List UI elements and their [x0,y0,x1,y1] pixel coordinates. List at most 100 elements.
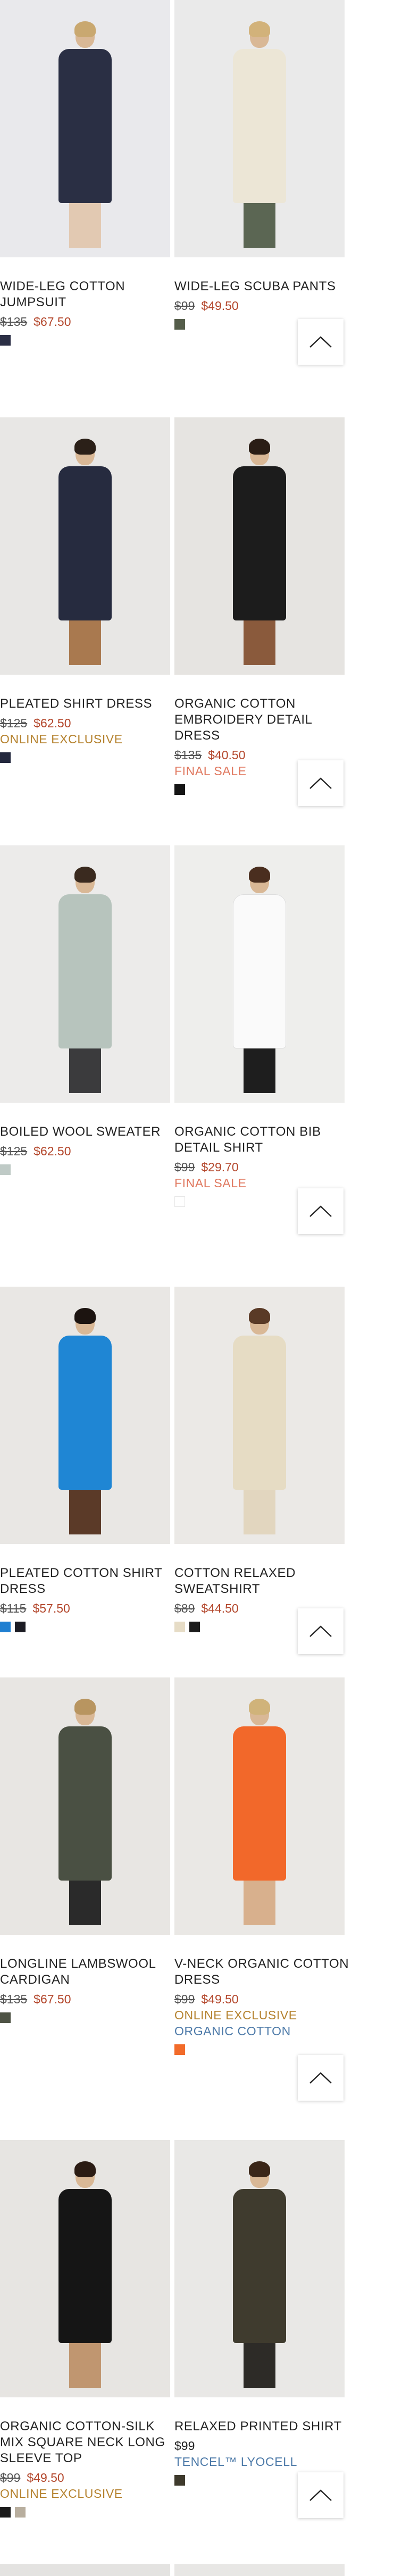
product-image[interactable] [0,845,170,1103]
product-card[interactable]: ORGANIC COTTON EMBROIDERY DETAIL DRESS $1… [174,417,345,795]
back-to-top-button[interactable] [298,1188,344,1234]
color-swatch[interactable] [174,2044,185,2055]
chevron-up-icon [309,1625,332,1637]
product-card[interactable]: ORGANIC COTTON BIB DETAIL SHIRT $99 $29.70… [174,845,345,1207]
product-name[interactable]: COTTON RELAXED SWEATSHIRT [174,1565,350,1597]
product-card[interactable]: PLEATED COTTON SHIRT DRESS $115 $57.50 [0,1287,170,1632]
model-garment [233,1726,286,1881]
color-swatches [0,335,170,346]
model-legs [69,1487,101,1534]
product-card[interactable]: PLEATED SHIRT DRESS $125 $62.50 ONLINE EXCL… [0,417,170,763]
model-legs [69,2340,101,2388]
model-garment [58,1336,112,1490]
product-tag-exclusive: ONLINE EXCLUSIVE [0,732,123,746]
product-card[interactable]: WIDE-LEG COTTON JUMPSUIT $135 $67.50 [0,0,170,346]
product-name[interactable]: PLEATED SHIRT DRESS [0,696,175,712]
product-card[interactable]: COTTON RELAXED SWEATSHIRT $89 $44.50 [174,1287,345,1632]
product-name[interactable]: ORGANIC COTTON-SILK MIX SQUARE NECK LONG… [0,2419,175,2466]
product-image[interactable] [0,2140,170,2397]
color-swatches [0,2012,170,2023]
model-hair [74,1699,96,1715]
color-swatch[interactable] [174,319,185,330]
back-to-top-button[interactable] [298,2472,344,2518]
product-image[interactable] [0,0,170,257]
product-prices: $99 $49.50 [0,2470,170,2486]
product-tag-material: TENCEL™ LYOCELL [174,2455,297,2469]
model-hair [74,2161,96,2177]
product-image[interactable] [0,417,170,675]
model-legs [69,1045,101,1093]
sale-price: $49.50 [201,1992,239,2006]
product-card[interactable]: LONGLINE LAMBSWOOL CARDIGAN $135 $67.50 [0,1677,170,2023]
product-name[interactable]: V-NECK ORGANIC COTTON DRESS [174,1956,350,1988]
product-name[interactable]: ORGANIC COTTON BIB DETAIL SHIRT [174,1124,350,1156]
color-swatch[interactable] [174,2475,185,2486]
product-card[interactable]: BOILED WOOL SWEATER $125 $62.50 [0,845,170,1175]
product-name[interactable]: LONGLINE LAMBSWOOL CARDIGAN [0,1956,175,1988]
color-swatch[interactable] [15,1622,26,1632]
model-hair [74,439,96,455]
product-image[interactable] [174,1677,345,1935]
product-card[interactable]: WIDE-LEG SCUBA PANTS $99 $49.50 [174,0,345,330]
original-price: $125 [0,1144,28,1158]
original-price: $99 [0,2471,21,2485]
chevron-up-icon [309,2072,332,2084]
product-image[interactable] [174,417,345,675]
chevron-up-icon [309,2489,332,2501]
model-hair [249,867,270,883]
sale-price: $29.70 [201,1160,239,1174]
color-swatch[interactable] [0,2012,11,2023]
back-to-top-button[interactable] [298,760,344,806]
color-swatch[interactable] [174,1196,185,1207]
product-image[interactable] [174,845,345,1103]
product-image[interactable] [0,1677,170,1935]
product-image[interactable] [174,1287,345,1544]
model-figure [230,1699,289,1925]
product-card[interactable]: V-NECK ORGANIC COTTON DRESS $99 $49.50 ONLI… [174,1677,349,2055]
model-garment [58,1726,112,1881]
sale-price: $40.50 [208,748,246,762]
chevron-up-icon [309,777,332,789]
model-garment [233,466,286,620]
color-swatch[interactable] [174,784,185,795]
product-image[interactable] [0,1287,170,1544]
product-image[interactable] [174,2140,345,2397]
color-swatch[interactable] [15,2507,26,2518]
product-name[interactable]: PLEATED COTTON SHIRT DRESS [0,1565,175,1597]
color-swatch[interactable] [189,1622,200,1632]
model-legs [244,2340,275,2388]
original-price: $89 [174,1601,195,1615]
color-swatch[interactable] [174,1622,185,1632]
color-swatch[interactable] [0,2507,11,2518]
product-card[interactable]: ORGANIC COTTON-SILK MIX SQUARE NECK LONG… [0,2140,170,2518]
product-image[interactable] [174,0,345,257]
model-hair [249,21,270,37]
original-price: $135 [174,748,202,762]
sale-price: $49.50 [201,299,239,313]
product-name[interactable]: ORGANIC COTTON EMBROIDERY DETAIL DRESS [174,696,350,744]
sale-price: $67.50 [34,1992,71,2006]
model-legs [69,1877,101,1925]
model-garment [58,49,112,203]
product-name[interactable]: RELAXED PRINTED SHIRT [174,2419,350,2435]
product-card[interactable]: RELAXED PRINTED SHIRT $99 TENCEL™ LYOCELL [174,2140,345,2486]
color-swatch[interactable] [0,335,11,346]
model-garment [58,894,112,1048]
model-legs [69,617,101,665]
back-to-top-button[interactable] [298,2055,344,2101]
sale-price: $49.50 [27,2471,64,2485]
back-to-top-button[interactable] [298,1608,344,1654]
model-hair [249,439,270,455]
original-price: $99 [174,299,195,313]
product-name[interactable]: BOILED WOOL SWEATER [0,1124,175,1140]
color-swatch[interactable] [0,752,11,763]
color-swatch[interactable] [0,1164,11,1175]
product-name[interactable]: WIDE-LEG SCUBA PANTS [174,279,350,295]
product-image[interactable] [174,2564,345,2576]
color-swatch[interactable] [0,1622,11,1632]
product-image[interactable] [0,2564,170,2576]
product-name[interactable]: WIDE-LEG COTTON JUMPSUIT [0,279,175,311]
back-to-top-button[interactable] [298,319,344,365]
model-garment [233,2189,286,2343]
sale-price: $44.50 [201,1601,239,1615]
